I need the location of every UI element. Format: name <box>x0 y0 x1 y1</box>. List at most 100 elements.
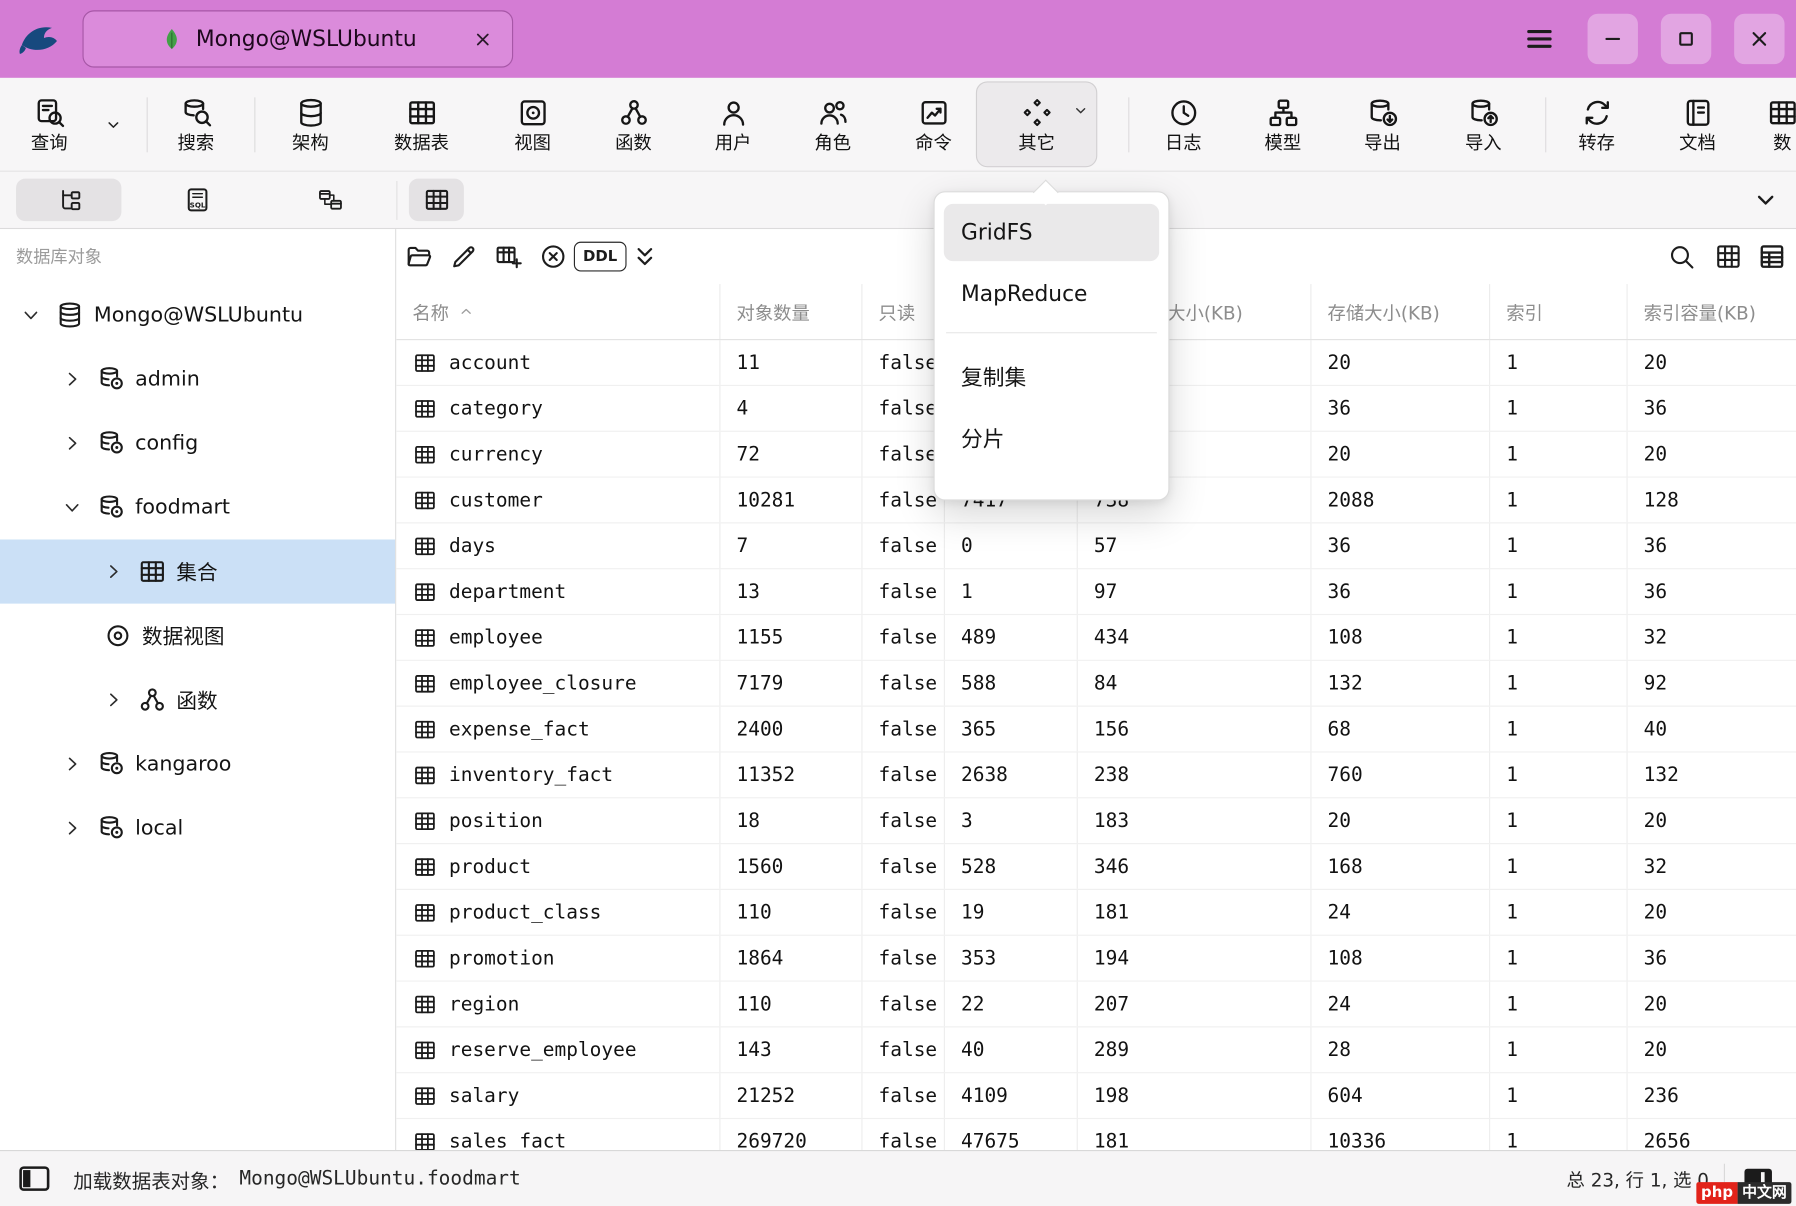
minimize-button[interactable] <box>1588 14 1638 64</box>
chevron-down-icon[interactable] <box>21 305 42 326</box>
tree-item-functions[interactable]: 函数 <box>0 668 395 732</box>
tree-item-local[interactable]: local <box>0 796 395 860</box>
chevron-right-icon[interactable] <box>103 690 124 711</box>
schema-pane-button[interactable] <box>277 179 382 221</box>
cell-value: department <box>449 580 566 603</box>
toolbar-schema-button[interactable]: 架构 <box>262 81 358 167</box>
table-cell: 47675 <box>944 1119 1077 1150</box>
tree-item-admin[interactable]: admin <box>0 347 395 411</box>
tree-pane-button[interactable] <box>16 179 121 221</box>
sql-pane-button[interactable]: SQL <box>144 179 249 221</box>
table-row[interactable]: employee_closure7179false58884132192 <box>396 661 1796 707</box>
collection-icon <box>412 1129 437 1150</box>
table-header-cell-7[interactable]: 索引容量(KB) <box>1626 284 1796 339</box>
tree-item-connection[interactable]: Mongo@WSLUbuntu <box>0 283 395 347</box>
chevron-right-icon[interactable] <box>62 369 83 390</box>
chevron-right-icon[interactable] <box>62 433 83 454</box>
toolbar-export-button[interactable]: 导出 <box>1334 81 1430 167</box>
table-row[interactable]: promotion1864false353194108136 <box>396 936 1796 982</box>
table-row[interactable]: position18false318320120 <box>396 798 1796 844</box>
table-cell: 346 <box>1077 844 1311 889</box>
cell-value: false <box>879 718 938 741</box>
toolbar-table-button[interactable]: 数据表 <box>373 81 469 167</box>
tab-close-icon[interactable] <box>472 28 494 50</box>
table-row[interactable]: expense_fact2400false36515668140 <box>396 707 1796 753</box>
toolbar-log-button[interactable]: 日志 <box>1135 81 1231 167</box>
toolbar-import-button[interactable]: 导入 <box>1435 81 1531 167</box>
table-cell: false <box>861 432 943 477</box>
table-header-cell-6[interactable]: 索引 <box>1489 284 1626 339</box>
table-row[interactable]: region110false2220724120 <box>396 982 1796 1028</box>
ddl-button[interactable]: DDL <box>574 242 627 272</box>
table-cell: 92 <box>1626 661 1796 706</box>
toolbar-other-button[interactable]: 其它 <box>976 81 1097 167</box>
toolbar-function-label: 函数 <box>615 134 652 152</box>
table-objects-tab[interactable] <box>409 179 464 221</box>
delete-object-button[interactable] <box>534 237 573 276</box>
toolbar-doc-button[interactable]: 文档 <box>1649 81 1745 167</box>
search-objects-button[interactable] <box>1662 237 1701 276</box>
table-row[interactable]: days7false05736136 <box>396 523 1796 569</box>
table-row[interactable]: department13false19736136 <box>396 569 1796 615</box>
menu-item-复制集[interactable]: 复制集 <box>944 347 1159 404</box>
tree-item-foodmart[interactable]: foodmart <box>0 475 395 539</box>
toolbar-role-button[interactable]: 角色 <box>785 81 881 167</box>
toolbar-search-button[interactable]: 搜索 <box>148 81 244 167</box>
grid-view-button[interactable] <box>1709 237 1748 276</box>
toolbar-sync-button[interactable]: 数 <box>1734 81 1796 167</box>
connection-tab[interactable]: Mongo@WSLUbuntu <box>82 10 513 67</box>
tree-item-kangaroo[interactable]: kangaroo <box>0 732 395 796</box>
cell-value: 108 <box>1328 626 1363 649</box>
edit-object-button[interactable] <box>444 237 483 276</box>
toggle-sidebar-icon[interactable] <box>16 1160 53 1197</box>
collapse-toolbar-button[interactable] <box>1746 179 1785 221</box>
object-filter-input[interactable] <box>14 245 382 268</box>
table-cell: 36 <box>1310 386 1489 431</box>
table-header-cell-1[interactable]: 对象数量 <box>719 284 861 339</box>
open-object-button[interactable] <box>400 237 439 276</box>
chevron-down-icon[interactable] <box>62 497 83 518</box>
table-header-cell-0[interactable]: 名称 <box>396 284 719 339</box>
toolbar-command-button[interactable]: 命令 <box>885 81 981 167</box>
detail-view-button[interactable] <box>1752 237 1791 276</box>
menu-divider <box>946 332 1157 333</box>
toolbar-query-button[interactable]: 查询 <box>1 81 97 167</box>
app-logo-icon <box>14 15 64 63</box>
maximize-button[interactable] <box>1661 14 1711 64</box>
table-row[interactable]: employee1155false489434108132 <box>396 615 1796 661</box>
table-row[interactable]: product1560false528346168132 <box>396 844 1796 890</box>
chevron-right-icon[interactable] <box>103 561 124 582</box>
chevron-right-icon[interactable] <box>62 754 83 775</box>
database-icon <box>96 813 126 843</box>
toolbar-function-button[interactable]: 函数 <box>585 81 681 167</box>
table-row[interactable]: product_class110false1918124120 <box>396 890 1796 936</box>
table-row[interactable]: salary21252false41091986041236 <box>396 1073 1796 1119</box>
menu-item-分片[interactable]: 分片 <box>944 409 1159 466</box>
toolbar-dump-button[interactable]: 转存 <box>1549 81 1645 167</box>
table-row[interactable]: inventory_fact11352false26382387601132 <box>396 753 1796 799</box>
table-cell: 110 <box>719 982 861 1027</box>
close-button[interactable] <box>1734 14 1784 64</box>
table-header-cell-2[interactable]: 只读 <box>861 284 943 339</box>
table-cell: 2656 <box>1626 1119 1796 1150</box>
menu-button[interactable] <box>1514 14 1564 64</box>
toolbar-view-button[interactable]: 视图 <box>485 81 581 167</box>
cell-value: 760 <box>1328 763 1363 786</box>
table-row[interactable]: sales_fact269720false476751811033612656 <box>396 1119 1796 1150</box>
chevron-right-icon[interactable] <box>62 818 83 839</box>
tree-item-config[interactable]: config <box>0 411 395 475</box>
table-row[interactable]: reserve_employee143false4028928120 <box>396 1027 1796 1073</box>
tree-item-views[interactable]: 数据视图 <box>0 604 395 668</box>
menu-item-GridFS[interactable]: GridFS <box>944 204 1159 261</box>
menu-item-MapReduce[interactable]: MapReduce <box>944 266 1159 323</box>
more-actions-button[interactable] <box>625 237 664 276</box>
table-cell: 40 <box>1626 707 1796 752</box>
new-object-button[interactable] <box>489 237 528 276</box>
table-cell: employee <box>396 615 719 660</box>
tree-item-collections[interactable]: 集合 <box>0 539 395 603</box>
toolbar-user-button[interactable]: 用户 <box>685 81 781 167</box>
cell-value: false <box>879 351 938 374</box>
table-header-cell-5[interactable]: 存储大小(KB) <box>1310 284 1489 339</box>
toolbar-model-button[interactable]: 模型 <box>1235 81 1331 167</box>
toolbar-query-more-button[interactable] <box>99 81 129 167</box>
